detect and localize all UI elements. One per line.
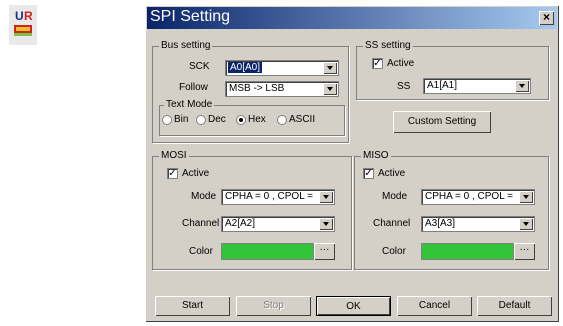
mosi-group: MOSI ✓ Active Mode CPHA = 0 , CPOL = 0 C… <box>152 150 352 270</box>
chevron-down-icon[interactable] <box>519 191 533 203</box>
ss-active-checkbox[interactable]: ✓ <box>372 58 383 69</box>
radio-hex-label: Hex <box>248 114 266 125</box>
app-logo-letter-r: R <box>24 9 33 23</box>
miso-color-swatch <box>421 243 514 260</box>
mosi-active-checkbox[interactable]: ✓ <box>167 168 178 179</box>
miso-group: MISO ✓ Active Mode CPHA = 0 , CPOL = 0 C… <box>354 150 549 270</box>
close-button[interactable]: × <box>539 11 554 25</box>
miso-mode-value: CPHA = 0 , CPOL = 0 <box>425 191 516 202</box>
sck-value: A0[A0] <box>228 62 263 73</box>
mosi-mode-select[interactable]: CPHA = 0 , CPOL = 0 <box>221 189 335 205</box>
radio-bin-label: Bin <box>174 114 189 125</box>
chevron-down-icon[interactable] <box>519 218 533 230</box>
app-logo-bar <box>14 25 32 33</box>
sck-select[interactable]: A0[A0] <box>225 60 339 76</box>
miso-mode-label: Mode <box>382 191 408 202</box>
text-mode-label: Text Mode <box>164 99 215 110</box>
radio-ascii[interactable] <box>277 115 287 125</box>
sck-label: SCK <box>189 61 210 72</box>
dialog-title: SPI Setting <box>150 8 231 25</box>
chevron-down-icon[interactable] <box>323 62 337 74</box>
radio-hex[interactable] <box>236 115 246 125</box>
spi-setting-dialog: SPI Setting × Bus setting SCK A0[A0] Fol… <box>145 5 559 322</box>
app-logo-icon: U R <box>9 5 37 45</box>
chevron-down-icon[interactable] <box>515 80 529 92</box>
cancel-button[interactable]: Cancel <box>397 296 472 316</box>
follow-select[interactable]: MSB -> LSB <box>225 81 339 97</box>
mosi-color-picker-button[interactable]: ··· <box>314 243 335 260</box>
mosi-channel-label: Channel <box>182 218 220 229</box>
miso-channel-select[interactable]: A3[A3] <box>421 216 535 232</box>
ss-active-label: Active <box>387 58 415 69</box>
mosi-mode-value: CPHA = 0 , CPOL = 0 <box>225 191 316 202</box>
chevron-down-icon[interactable] <box>323 83 337 95</box>
ss-setting-label: SS setting <box>363 40 413 51</box>
miso-mode-select[interactable]: CPHA = 0 , CPOL = 0 <box>421 189 535 205</box>
start-button[interactable]: Start <box>155 296 230 316</box>
text-mode-group: Text Mode Bin Dec Hex ASCII <box>159 99 345 136</box>
chevron-down-icon[interactable] <box>319 218 333 230</box>
mosi-active-label: Active <box>182 168 210 179</box>
ok-button[interactable]: OK <box>316 296 391 316</box>
app-logo-bar-green <box>14 33 32 36</box>
radio-dec[interactable] <box>196 115 206 125</box>
miso-color-label: Color <box>382 246 406 257</box>
follow-value: MSB -> LSB <box>229 83 285 94</box>
app-logo-letter-u: U <box>15 9 24 23</box>
ss-value: A1[A1] <box>427 80 458 91</box>
mosi-label: MOSI <box>159 150 189 161</box>
mosi-channel-select[interactable]: A2[A2] <box>221 216 335 232</box>
follow-label: Follow <box>179 82 208 93</box>
miso-active-label: Active <box>378 168 406 179</box>
miso-channel-label: Channel <box>373 218 411 229</box>
title-bar[interactable]: SPI Setting × <box>147 7 557 29</box>
chevron-down-icon[interactable] <box>319 191 333 203</box>
ss-setting-group: SS setting ✓ Active SS A1[A1] <box>356 40 549 100</box>
miso-label: MISO <box>361 150 391 161</box>
miso-color-picker-button[interactable]: ··· <box>514 243 535 260</box>
radio-bin[interactable] <box>162 115 172 125</box>
ss-label: SS <box>397 81 411 92</box>
miso-channel-value: A3[A3] <box>425 218 456 229</box>
mosi-color-label: Color <box>189 246 213 257</box>
default-button[interactable]: Default <box>477 296 552 316</box>
stop-button[interactable]: Stop <box>236 296 311 316</box>
radio-dec-label: Dec <box>208 114 226 125</box>
ss-select[interactable]: A1[A1] <box>423 78 531 94</box>
radio-ascii-label: ASCII <box>289 114 316 125</box>
mosi-mode-label: Mode <box>191 191 217 202</box>
mosi-channel-value: A2[A2] <box>225 218 256 229</box>
mosi-color-swatch <box>221 243 314 260</box>
miso-active-checkbox[interactable]: ✓ <box>363 168 374 179</box>
custom-setting-button[interactable]: Custom Setting <box>393 111 491 133</box>
bus-setting-group: Bus setting SCK A0[A0] Follow MSB -> LSB… <box>152 40 349 143</box>
bus-setting-label: Bus setting <box>159 40 213 51</box>
